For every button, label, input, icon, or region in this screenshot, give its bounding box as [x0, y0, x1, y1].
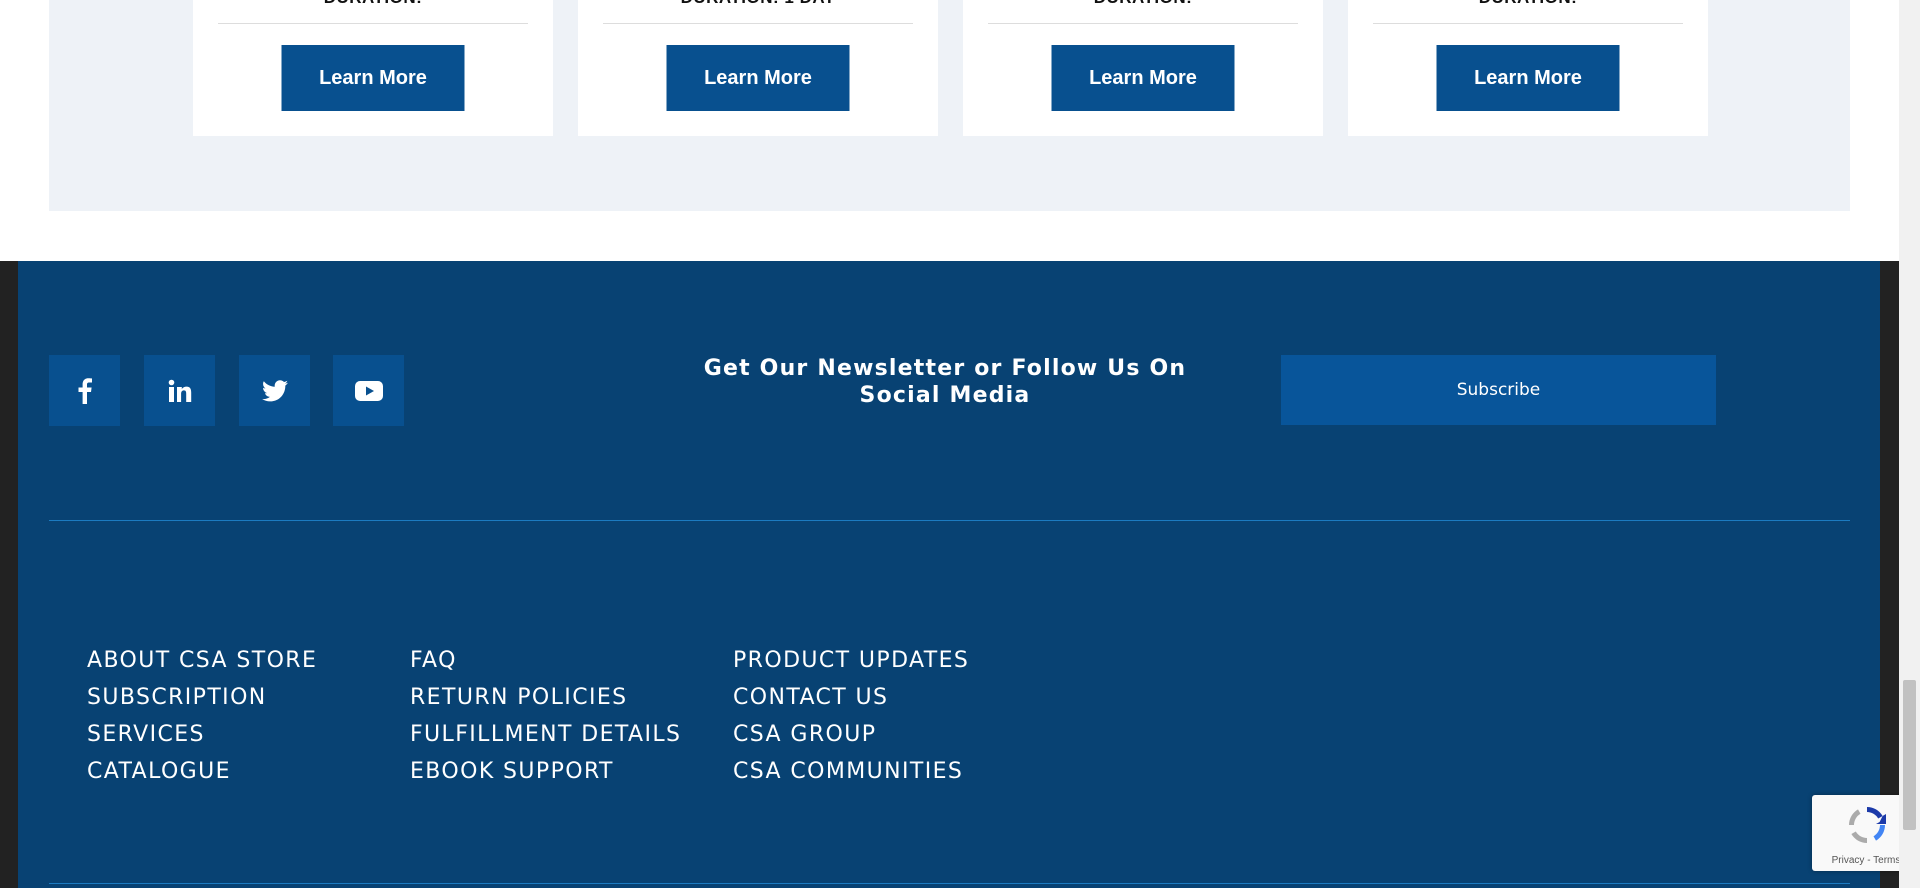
- footer-link[interactable]: ABOUT CSA STORE: [87, 642, 317, 679]
- recaptcha-icon: [1849, 807, 1886, 843]
- footer-link[interactable]: SUBSCRIPTION: [87, 679, 317, 716]
- facebook-link[interactable]: [49, 355, 120, 426]
- footer-link[interactable]: CSA GROUP: [733, 716, 969, 753]
- card-duration: DURATION:: [193, 0, 553, 8]
- footer-link[interactable]: CSA COMMUNITIES: [733, 753, 969, 790]
- footer-link[interactable]: RETURN POLICIES: [410, 679, 681, 716]
- footer-links-column: FAQ RETURN POLICIES FULFILLMENT DETAILS …: [410, 642, 681, 790]
- learn-more-button[interactable]: Learn More: [1436, 45, 1620, 111]
- card-divider: [1373, 23, 1683, 24]
- footer-link[interactable]: FULFILLMENT DETAILS: [410, 716, 681, 753]
- footer-bottom-divider: [49, 883, 1850, 884]
- footer-link[interactable]: CONTACT US: [733, 679, 969, 716]
- course-card: DURATION: Learn More: [193, 0, 553, 136]
- card-divider: [988, 23, 1298, 24]
- learn-more-button[interactable]: Learn More: [281, 45, 465, 111]
- linkedin-link[interactable]: [144, 355, 215, 426]
- card-divider: [218, 23, 528, 24]
- learn-more-button[interactable]: Learn More: [1051, 45, 1235, 111]
- footer-link[interactable]: CATALOGUE: [87, 753, 317, 790]
- youtube-icon: [354, 380, 383, 401]
- scrollbar-thumb[interactable]: [1903, 680, 1916, 830]
- page-scrollbar[interactable]: [1899, 0, 1920, 888]
- course-card: DURATION: Learn More: [963, 0, 1323, 136]
- footer-link[interactable]: EBOOK SUPPORT: [410, 753, 681, 790]
- footer-links-column: PRODUCT UPDATES CONTACT US CSA GROUP CSA…: [733, 642, 969, 790]
- course-card: DURATION: 1 DAY Learn More: [578, 0, 938, 136]
- card-duration: DURATION:: [1348, 0, 1708, 8]
- newsletter-heading: Get Our Newsletter or Follow Us On Socia…: [703, 356, 1187, 408]
- footer-divider: [49, 520, 1850, 521]
- footer-link[interactable]: FAQ: [410, 642, 681, 679]
- linkedin-icon: [168, 379, 191, 402]
- twitter-link[interactable]: [239, 355, 310, 426]
- subscribe-button[interactable]: Subscribe: [1281, 355, 1716, 425]
- learn-more-button[interactable]: Learn More: [666, 45, 850, 111]
- card-duration: DURATION:: [963, 0, 1323, 8]
- footer-link[interactable]: SERVICES: [87, 716, 317, 753]
- card-divider: [603, 23, 913, 24]
- facebook-icon: [78, 377, 92, 404]
- youtube-link[interactable]: [333, 355, 404, 426]
- footer-link[interactable]: PRODUCT UPDATES: [733, 642, 969, 679]
- card-duration: DURATION: 1 DAY: [578, 0, 938, 8]
- footer-links-column: ABOUT CSA STORE SUBSCRIPTION SERVICES CA…: [87, 642, 317, 790]
- course-card: DURATION: Learn More: [1348, 0, 1708, 136]
- twitter-icon: [261, 379, 288, 401]
